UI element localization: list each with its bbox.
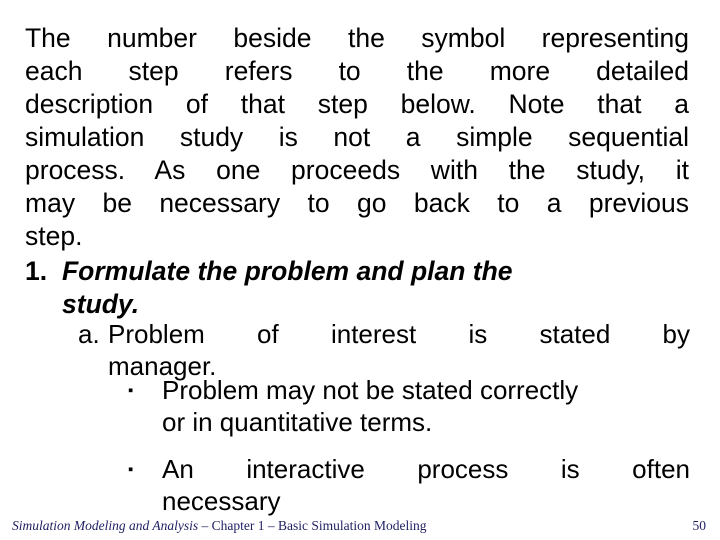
list-line: Problem of interest is stated by [108,319,690,349]
list-marker-number: 1. [25,256,48,286]
list-line: Problem may not be stated correctly [162,375,579,405]
slide-page-number: 50 [692,518,707,533]
body-paragraph-block: The number beside the symbol representin… [25,22,689,253]
paragraph-line: The number beside the symbol representin… [25,23,689,53]
footer-book-title: Simulation Modeling and Analysis [12,518,199,533]
list-item-level3: ▪ An interactive process is often necess… [128,453,690,517]
presentation-slide: The number beside the symbol representin… [0,0,720,540]
slide-footer: Simulation Modeling and Analysis – Chapt… [12,518,426,534]
list-item-text: Problem may not be stated correctly or i… [162,374,690,438]
paragraph-line: may be necessary to go back to a previou… [25,188,689,218]
list-line: necessary [162,486,281,516]
list-line: Formulate the problem and plan the [62,256,513,286]
list-item-level2: a. Problem of interest is stated by mana… [78,318,690,382]
list-marker-letter: a. [78,319,100,349]
list-line: or in quantitative terms. [162,407,433,437]
paragraph-line: description of that step below. Note tha… [25,89,689,119]
paragraph-line: step. [25,221,83,251]
list-item-level3: ▪ Problem may not be stated correctly or… [128,374,690,438]
body-paragraph: The number beside the symbol representin… [25,22,689,253]
square-bullet-icon: ▪ [128,461,134,478]
list-item-text: An interactive process is often necessar… [162,453,690,517]
footer-chapter-text: – Chapter 1 – Basic Simulation Modeling [198,518,427,533]
list-item-text: Problem of interest is stated by manager… [108,318,690,382]
list-item-text: Formulate the problem and plan the study… [62,255,689,321]
square-bullet-icon: ▪ [128,382,134,399]
list-line: study. [62,289,140,319]
paragraph-line: simulation study is not a simple sequent… [25,122,689,152]
list-item-level1: 1. Formulate the problem and plan the st… [25,255,689,321]
paragraph-line: process. As one proceeds with the study,… [25,155,689,185]
paragraph-line: each step refers to the more detailed [25,56,689,86]
list-line: An interactive process is often [162,454,690,484]
